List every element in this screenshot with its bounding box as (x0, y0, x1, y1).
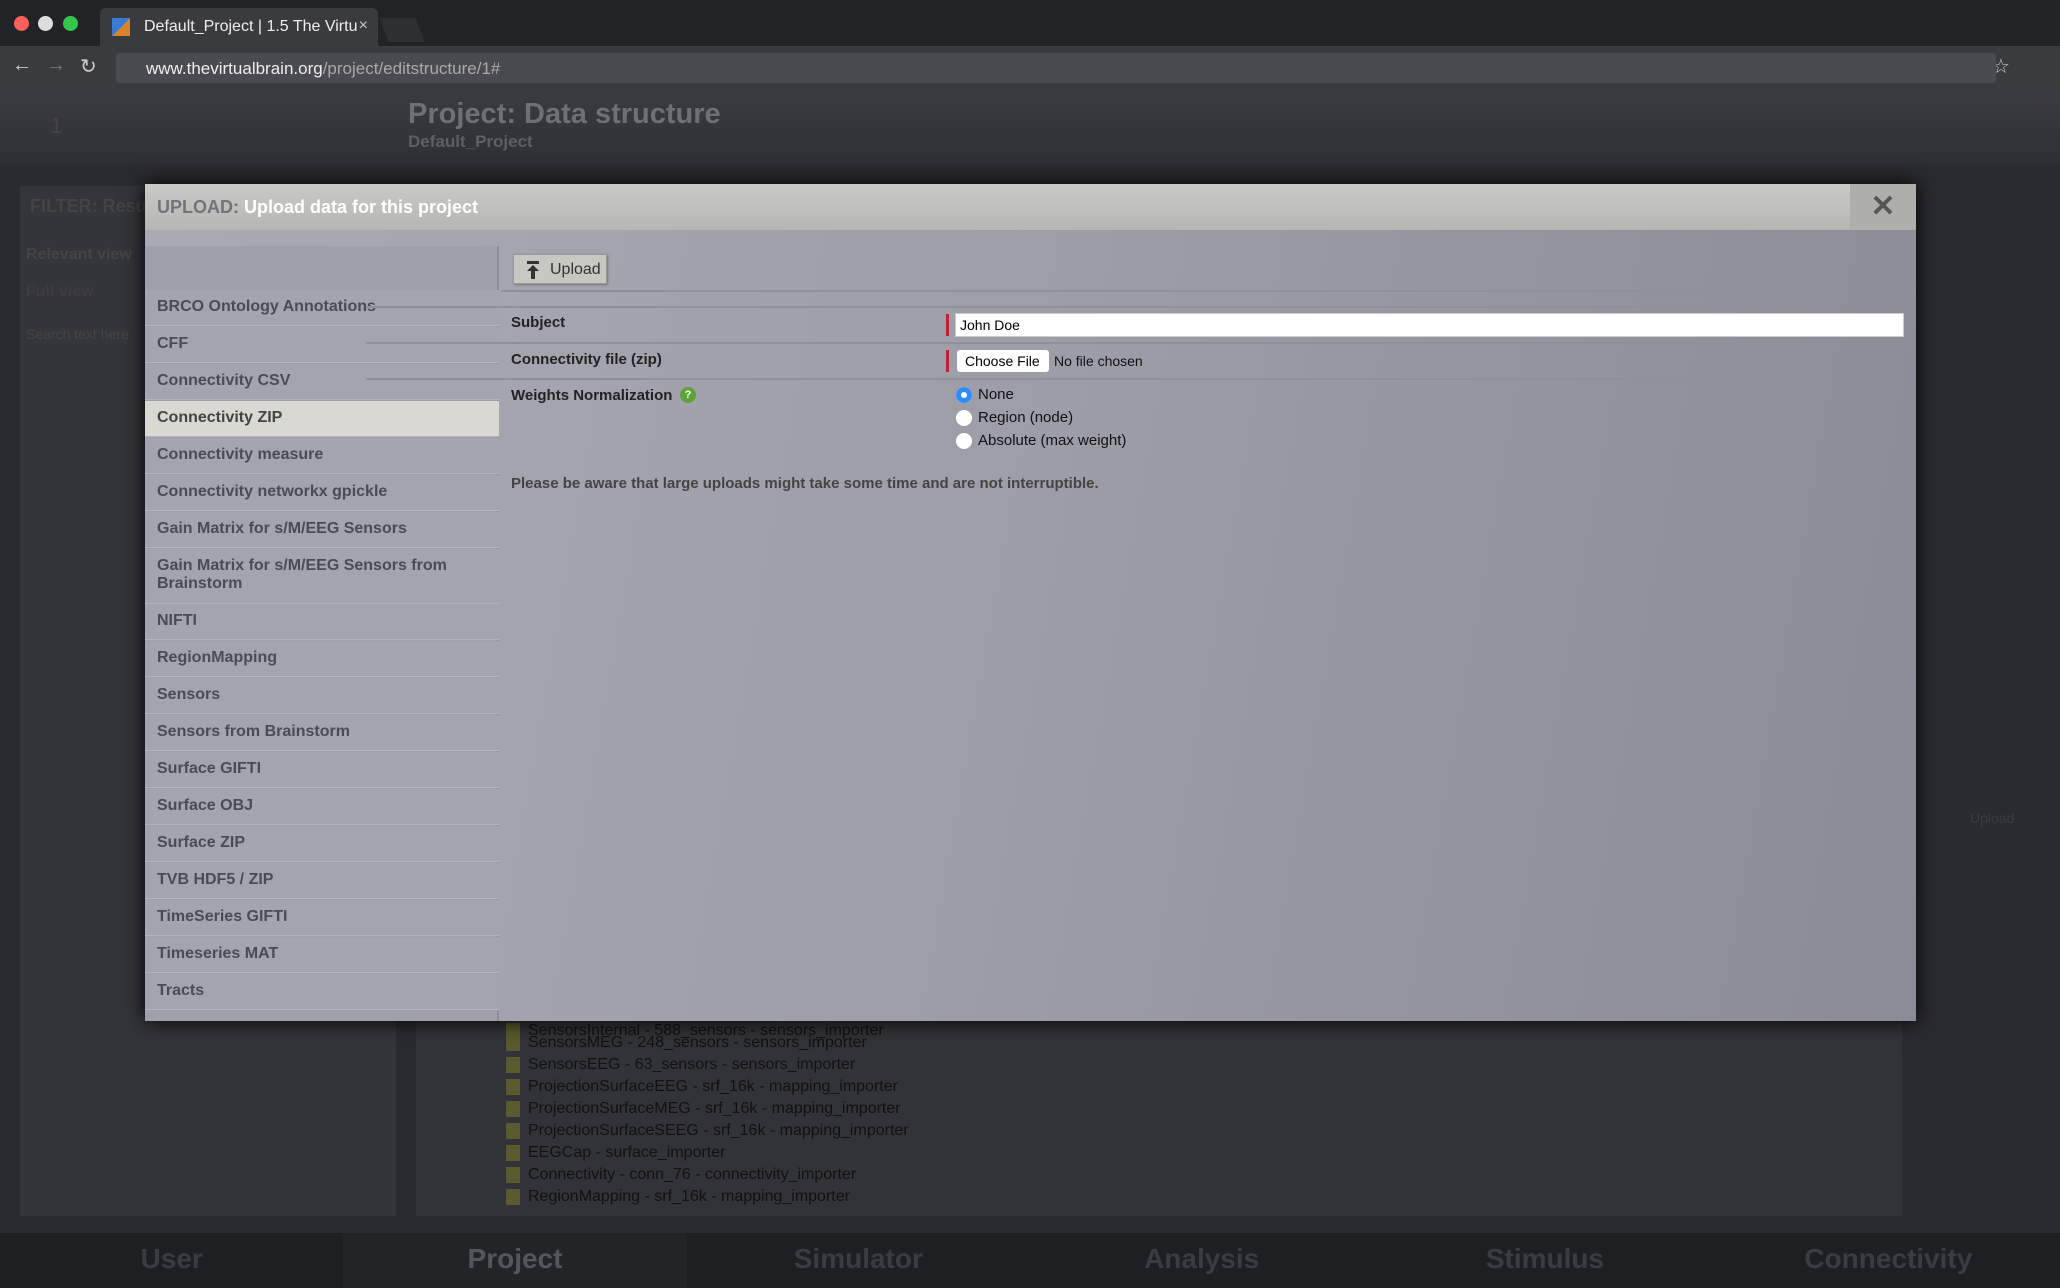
importer-item[interactable]: Connectivity networkx gpickle (145, 475, 499, 511)
nav-user[interactable]: User (0, 1233, 343, 1288)
tab-title: Default_Project | 1.5 The Virtu (144, 18, 358, 35)
tree-item[interactable]: SensorsMEG - 248_sensors - sensors_impor… (506, 1034, 867, 1052)
close-tab-icon[interactable]: × (359, 17, 368, 35)
url-input[interactable]: www.thevirtualbrain.org/project/editstru… (116, 53, 1996, 83)
help-icon[interactable]: ? (680, 387, 696, 403)
tree-item[interactable]: RegionMapping - srf_16k - mapping_import… (506, 1188, 850, 1206)
form-divider (366, 378, 1761, 380)
page-title: Project: Data structure (408, 98, 721, 130)
app-header: 1 (0, 91, 2060, 164)
importer-item[interactable]: Sensors (145, 678, 499, 714)
importer-item[interactable]: Surface OBJ (145, 789, 499, 825)
browser-tab[interactable]: Default_Project | 1.5 The Virtu × (100, 8, 378, 46)
importer-item[interactable]: BRCO Ontology Annotations (145, 290, 499, 326)
importer-item-selected[interactable]: Connectivity ZIP (145, 401, 499, 437)
nav-analysis[interactable]: Analysis (1030, 1233, 1373, 1288)
radio-region-node[interactable] (956, 410, 972, 426)
tree-item[interactable]: Connectivity - conn_76 - connectivity_im… (506, 1166, 856, 1184)
tree-item[interactable]: ProjectionSurfaceMEG - srf_16k - mapping… (506, 1100, 901, 1118)
weights-normalization-label: Weights Normalization (511, 387, 673, 404)
tree-item[interactable]: ProjectionSurfaceEEG - srf_16k - mapping… (506, 1078, 898, 1096)
connectivity-file-label: Connectivity file (zip) (511, 351, 662, 368)
dialog-toolbar: Upload (501, 246, 1916, 292)
full-view-tab[interactable]: Full view (26, 283, 94, 301)
choose-file-button[interactable]: Choose File (957, 350, 1049, 372)
upload-dialog: UPLOAD: Upload data for this project ✕ B… (145, 184, 1916, 1021)
upload-icon (527, 261, 539, 279)
dialog-kicker: UPLOAD: (157, 197, 239, 217)
upload-button[interactable]: Upload (513, 254, 607, 284)
nav-simulator[interactable]: Simulator (687, 1233, 1030, 1288)
importer-item[interactable]: Tracts (145, 974, 499, 1010)
subject-label: Subject (511, 314, 566, 331)
form-divider (366, 306, 1761, 308)
upload-note: Please be aware that large uploads might… (511, 475, 1099, 492)
importer-item[interactable]: Connectivity CSV (145, 364, 499, 400)
nav-project[interactable]: Project (343, 1233, 687, 1288)
upload-side-button[interactable]: Upload (1970, 810, 2014, 826)
radio-absolute[interactable] (956, 433, 972, 449)
relevant-view-tab[interactable]: Relevant view (26, 246, 132, 264)
forward-icon[interactable]: → (46, 54, 66, 77)
required-marker (946, 314, 949, 336)
search-input[interactable]: Search text here (26, 326, 129, 342)
radio-label: Absolute (max weight) (978, 432, 1127, 449)
importer-item[interactable]: Connectivity measure (145, 438, 499, 474)
maximize-window-button[interactable] (63, 16, 78, 31)
project-counter: 1 (50, 113, 63, 138)
favicon-icon (112, 18, 130, 36)
radio-label: None (978, 386, 1014, 403)
radio-label: Region (node) (978, 409, 1074, 426)
right-panel: Upload (1922, 180, 2060, 900)
tree-item[interactable]: SensorsEEG - 63_sensors - sensors_import… (506, 1056, 855, 1074)
file-status: No file chosen (1054, 353, 1143, 369)
reload-icon[interactable]: ↻ (80, 54, 97, 79)
nav-stimulus[interactable]: Stimulus (1373, 1233, 1716, 1288)
importer-item[interactable]: CFF (145, 327, 499, 363)
importer-item[interactable]: Timeseries MAT (145, 937, 499, 973)
subject-input[interactable] (955, 313, 1904, 337)
url-host: www.thevirtualbrain.org (146, 59, 323, 78)
tree-item[interactable]: ProjectionSurfaceSEEG - srf_16k - mappin… (506, 1122, 909, 1140)
upload-button-label: Upload (550, 261, 601, 278)
importer-item[interactable]: TimeSeries GIFTI (145, 900, 499, 936)
url-path: /project/editstructure/1# (322, 59, 501, 78)
radio-none[interactable] (956, 387, 972, 403)
required-marker (946, 350, 949, 372)
importer-item[interactable]: Sensors from Brainstorm (145, 715, 499, 751)
dialog-title: Upload data for this project (244, 197, 479, 217)
importer-item[interactable]: RegionMapping (145, 641, 499, 677)
importer-list: BRCO Ontology Annotations CFF Connectivi… (145, 246, 499, 1021)
back-icon[interactable]: ← (12, 54, 32, 77)
bottom-nav: User Project Simulator Analysis Stimulus… (0, 1233, 2060, 1288)
importer-item[interactable]: Gain Matrix for s/M/EEG Sensors (145, 512, 499, 548)
tree-item[interactable]: EEGCap - surface_importer (506, 1144, 725, 1162)
nav-connectivity[interactable]: Connectivity (1717, 1233, 2060, 1288)
importer-item[interactable]: TVB HDF5 / ZIP (145, 863, 499, 899)
importer-item[interactable]: NIFTI (145, 604, 499, 640)
new-tab-button[interactable] (379, 18, 425, 42)
importer-item[interactable]: Surface ZIP (145, 826, 499, 862)
minimize-window-button[interactable] (38, 16, 53, 31)
project-name: Default_Project (408, 132, 533, 151)
browser-tab-bar: Default_Project | 1.5 The Virtu × (0, 0, 2060, 46)
filter-label: FILTER: Resu (30, 196, 147, 216)
dialog-header: UPLOAD: Upload data for this project (145, 184, 1916, 230)
close-window-button[interactable] (14, 16, 29, 31)
importer-item[interactable]: Surface GIFTI (145, 752, 499, 788)
close-icon[interactable]: ✕ (1850, 184, 1916, 230)
importer-item[interactable]: Gain Matrix for s/M/EEG Sensors from Bra… (145, 549, 499, 604)
form-divider (366, 342, 1761, 344)
